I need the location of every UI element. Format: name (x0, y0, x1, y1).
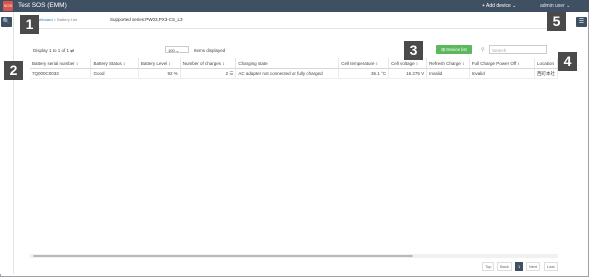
callout-2: 2 (4, 61, 23, 80)
cell-refresh-charge: Invalid (426, 68, 470, 79)
column-header-location: Location (534, 58, 558, 69)
table-header-row: Battery serial number ↕ Battery Status ↕… (30, 58, 558, 69)
table-row[interactable]: 7Q000C0033 Good 92 % 2 ☰ AC adapter not … (30, 68, 558, 79)
search-icon[interactable]: 🔍 (1, 17, 12, 27)
supported-series-label: Supported series:PW03,PX3-CS_L3 (110, 17, 183, 22)
pager-last-button[interactable]: Last (544, 262, 558, 271)
pager-back-button[interactable]: Back (497, 262, 512, 271)
breadcrumb-current: Battery List (57, 17, 78, 22)
left-sidebar (0, 12, 14, 274)
column-header-charges[interactable]: Number of charges ↕ (180, 58, 237, 69)
items-per-page-select[interactable]: 100 ⌄ (165, 46, 189, 53)
search-input[interactable]: Search (489, 45, 547, 54)
pager-current-page[interactable]: 1 (515, 262, 524, 271)
app-logo: SOS (3, 1, 13, 11)
column-header-full-charge-off[interactable]: Full Charge Power Off ↕ (469, 58, 536, 69)
add-device-menu[interactable]: + Add device ⌄ (482, 1, 516, 11)
search-field-icon: ⚲ (481, 47, 485, 53)
callout-5: 5 (547, 12, 566, 31)
app-title: Test SOS (EMM) (18, 2, 67, 9)
horizontal-scrollbar[interactable] (30, 254, 558, 258)
top-bar: SOS Test SOS (EMM) + Add device ⌄ admin … (0, 0, 589, 12)
header-divider (30, 28, 558, 29)
cell-serial[interactable]: 7Q000C0033 (30, 68, 92, 79)
battery-table: Battery serial number ↕ Battery Status ↕… (30, 58, 558, 258)
display-count: Display 1 to 1 of 1 ⇄ (33, 48, 75, 53)
cell-charges[interactable]: 2 ☰ (180, 68, 237, 79)
column-header-status[interactable]: Battery Status ↕ (90, 58, 139, 69)
pager-next-button[interactable]: Next (526, 262, 541, 271)
column-header-level[interactable]: Battery Level ↕ (138, 58, 181, 69)
column-header-charging-state: Charging state (235, 58, 340, 69)
callout-1: 1 (20, 15, 39, 34)
column-header-refresh-charge[interactable]: Refresh Charge ↕ (426, 58, 470, 69)
device-list-button[interactable]: ⊞ Device list (436, 45, 472, 54)
breadcrumb: Dashboard > Battery List (33, 17, 77, 22)
column-header-serial[interactable]: Battery serial number ↕ (30, 58, 92, 69)
cell-location: 西町本社 (534, 68, 558, 79)
items-per-page-label: Items displayed (194, 48, 226, 53)
cell-charging-state: AC adapter not connected or fully charge… (235, 68, 340, 79)
callout-4: 4 (558, 52, 577, 71)
cell-temperature: 36.1 °C (338, 68, 390, 79)
scrollbar-thumb[interactable] (33, 255, 413, 257)
cell-status: Good (90, 68, 139, 79)
cell-voltage: 16.275 V (388, 68, 428, 79)
cell-full-charge-off: Invalid (469, 68, 536, 79)
menu-icon[interactable]: ☰ (576, 17, 587, 27)
user-menu[interactable]: admin user ⌄ (540, 1, 570, 11)
column-header-cell-temp[interactable]: Cell temperature ↕ (338, 58, 390, 69)
cell-level: 92 % (138, 68, 181, 79)
callout-3: 3 (404, 41, 423, 60)
pager-top-button[interactable]: Top (482, 262, 495, 271)
